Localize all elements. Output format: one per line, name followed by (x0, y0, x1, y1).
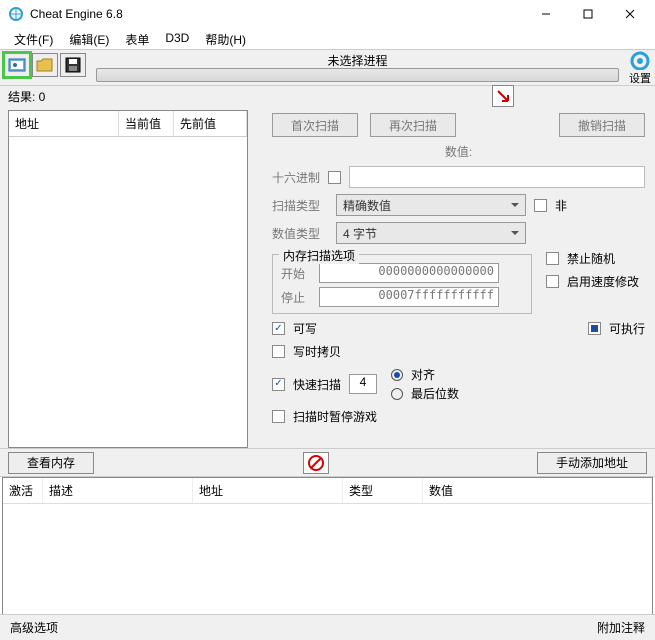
process-title: 未选择进程 (96, 52, 619, 68)
enable-speed-checkbox[interactable] (546, 275, 559, 288)
results-list[interactable]: 地址 当前值 先前值 (8, 110, 248, 448)
last-digits-radio[interactable] (391, 388, 403, 400)
value-type-combo[interactable]: 4 字节 (336, 222, 526, 244)
minimize-button[interactable] (525, 0, 567, 28)
results-count: 结果: 0 (0, 86, 655, 107)
memory-group-title: 内存扫描选项 (279, 247, 359, 264)
writable-label: 可写 (293, 320, 317, 337)
col-previous[interactable]: 先前值 (174, 111, 247, 136)
stop-icon[interactable] (303, 452, 329, 474)
aligned-label: 对齐 (411, 366, 435, 383)
executable-checkbox[interactable] (588, 322, 601, 335)
open-file-button[interactable] (32, 53, 58, 77)
hex-label: 十六进制 (272, 169, 320, 186)
next-scan-button[interactable]: 再次扫描 (370, 113, 456, 137)
hex-checkbox[interactable] (328, 171, 341, 184)
scan-type-combo[interactable]: 精确数值 (336, 194, 526, 216)
maximize-button[interactable] (567, 0, 609, 28)
add-to-list-button[interactable] (492, 85, 514, 107)
disable-random-checkbox[interactable] (546, 252, 559, 265)
aligned-radio[interactable] (391, 369, 403, 381)
disable-random-label: 禁止随机 (567, 250, 615, 267)
col-desc[interactable]: 描述 (43, 478, 193, 503)
fast-scan-checkbox[interactable] (272, 378, 285, 391)
gear-icon (629, 50, 651, 70)
table-comments-link[interactable]: 附加注释 (597, 619, 645, 636)
executable-label: 可执行 (609, 320, 645, 337)
open-process-button[interactable] (4, 53, 30, 77)
scan-type-label: 扫描类型 (272, 197, 328, 214)
fast-scan-value[interactable]: 4 (349, 374, 377, 394)
value-input[interactable] (349, 166, 645, 188)
col-current[interactable]: 当前值 (119, 111, 174, 136)
menubar: 文件(F) 编辑(E) 表单 D3D 帮助(H) (0, 28, 655, 50)
first-scan-button[interactable]: 首次扫描 (272, 113, 358, 137)
value-label: 数值: (445, 143, 472, 160)
close-button[interactable] (609, 0, 651, 28)
stop-label: 停止 (281, 289, 311, 306)
stop-input[interactable]: 00007fffffffffff (319, 287, 499, 307)
pause-on-scan-checkbox[interactable] (272, 410, 285, 423)
not-checkbox[interactable] (534, 199, 547, 212)
menu-table[interactable]: 表单 (117, 28, 157, 49)
start-input[interactable]: 0000000000000000 (319, 263, 499, 283)
app-icon (8, 6, 24, 22)
writable-checkbox[interactable] (272, 322, 285, 335)
start-label: 开始 (281, 265, 311, 282)
col-address[interactable]: 地址 (9, 111, 119, 136)
value-type-label: 数值类型 (272, 225, 328, 242)
view-memory-button[interactable]: 查看内存 (8, 452, 94, 474)
advanced-options-link[interactable]: 高级选项 (10, 619, 58, 636)
memory-scan-options: 内存扫描选项 开始 0000000000000000 停止 00007fffff… (272, 254, 532, 314)
cow-label: 写时拷贝 (293, 343, 341, 360)
settings-button[interactable]: 设置 (625, 50, 655, 86)
enable-speed-label: 启用速度修改 (567, 273, 639, 290)
cow-checkbox[interactable] (272, 345, 285, 358)
undo-scan-button[interactable]: 撤销扫描 (559, 113, 645, 137)
address-list[interactable]: 激活 描述 地址 类型 数值 (2, 477, 653, 617)
menu-edit[interactable]: 编辑(E) (61, 28, 117, 49)
last-digits-label: 最后位数 (411, 385, 459, 402)
menu-help[interactable]: 帮助(H) (197, 28, 254, 49)
settings-label: 设置 (629, 70, 651, 86)
fast-scan-label: 快速扫描 (293, 376, 341, 393)
progress-bar (96, 68, 619, 82)
menu-d3d[interactable]: D3D (157, 28, 197, 49)
col-active[interactable]: 激活 (3, 478, 43, 503)
save-button[interactable] (60, 53, 86, 77)
col-value[interactable]: 数值 (423, 478, 652, 503)
menu-file[interactable]: 文件(F) (6, 28, 61, 49)
window-title: Cheat Engine 6.8 (30, 7, 525, 21)
not-label: 非 (555, 197, 567, 214)
add-address-manual-button[interactable]: 手动添加地址 (537, 452, 647, 474)
pause-on-scan-label: 扫描时暂停游戏 (293, 408, 377, 425)
col-type[interactable]: 类型 (343, 478, 423, 503)
col-addr[interactable]: 地址 (193, 478, 343, 503)
